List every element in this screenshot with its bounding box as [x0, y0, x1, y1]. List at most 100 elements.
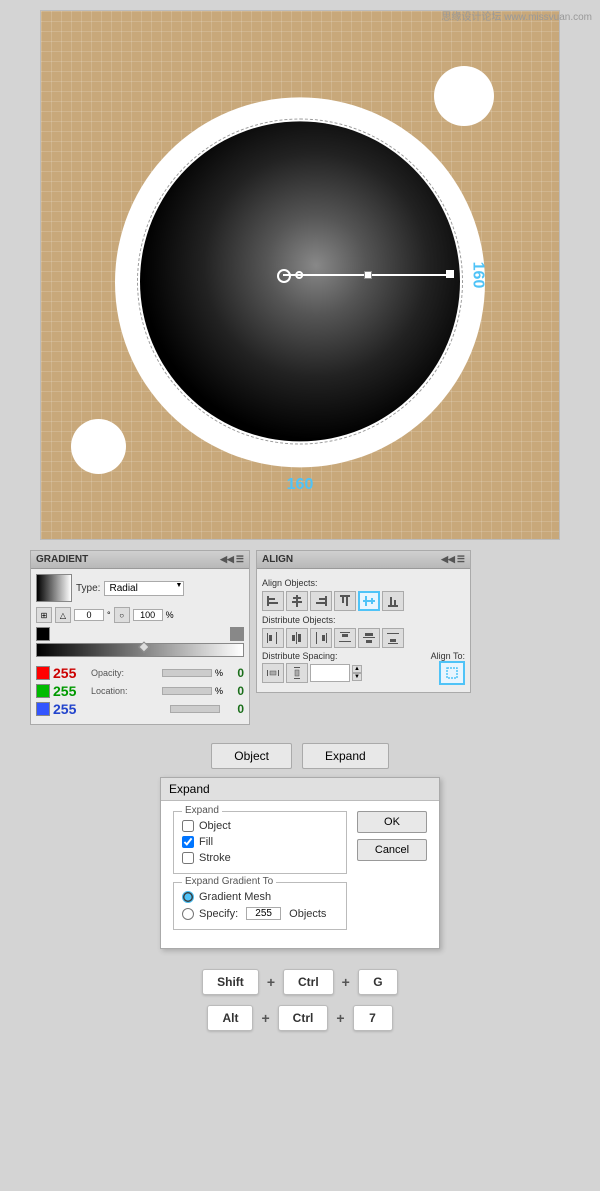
watermark: 思缘设计论坛 www.missvuan.com — [441, 8, 592, 23]
spacing-down[interactable]: ▼ — [352, 673, 362, 681]
gradient-end-handle[interactable] — [364, 271, 372, 279]
gradient-center-handle[interactable] — [295, 271, 303, 279]
type-select-wrap: Radial Linear — [104, 581, 184, 596]
gradient-panel-title: GRADIENT — [36, 554, 88, 565]
specify-radio[interactable] — [182, 908, 194, 920]
panel-header-icons: ◀◀ ☰ — [220, 554, 244, 565]
location-label: Location: — [91, 686, 159, 696]
dist-spacing-v-btn[interactable] — [286, 663, 308, 683]
label-width: 160 — [287, 476, 314, 494]
degree-symbol: ° — [107, 610, 111, 620]
plus-1: + — [267, 974, 275, 990]
expand-gradient-section: Expand Gradient To Gradient Mesh Specify… — [173, 882, 347, 930]
gradient-mesh-radio[interactable] — [182, 891, 194, 903]
object-checkbox[interactable] — [182, 820, 194, 832]
align-collapse-icon[interactable]: ◀◀ — [441, 554, 455, 565]
color-row-r: 255 Opacity: % 0 — [36, 665, 244, 681]
align-right-btn[interactable] — [310, 591, 332, 611]
dist-spacing-h-btn[interactable] — [262, 663, 284, 683]
align-panel-header: ALIGN ◀◀ ☰ — [257, 551, 470, 569]
selection-ring — [137, 119, 463, 445]
action-row: Object Expand — [0, 735, 600, 777]
gradient-icon-btn-2[interactable]: △ — [55, 607, 71, 623]
gradient-controls-row: ⊞ △ ° ○ % — [36, 607, 244, 623]
gradient-angle-input[interactable] — [74, 609, 104, 621]
gradient-type-select[interactable]: Radial Linear — [104, 581, 184, 596]
key-ctrl-1: Ctrl — [283, 969, 334, 995]
location-slider[interactable] — [162, 687, 212, 695]
align-center-v-btn[interactable] — [358, 591, 380, 611]
shortcut-row-2: Alt + Ctrl + 7 — [20, 1005, 580, 1031]
objects-label: Objects — [289, 908, 326, 920]
distribute-objects-row — [262, 628, 465, 648]
align-bottom-btn[interactable] — [382, 591, 404, 611]
specify-value-input[interactable] — [246, 907, 281, 920]
small-circle-top-right — [434, 66, 494, 126]
type-label: Type: — [76, 583, 100, 594]
gradient-icon-btn-1[interactable]: ⊞ — [36, 607, 52, 623]
canvas-grid: 160 160 — [40, 10, 560, 540]
label-height: 160 — [469, 262, 487, 289]
fill-checkbox[interactable] — [182, 836, 194, 848]
align-panel-body: Align Objects: — [257, 569, 470, 692]
expand-button[interactable]: Expand — [302, 743, 389, 769]
key-7: 7 — [353, 1005, 393, 1031]
color-swatch-r — [36, 666, 50, 680]
stroke-checkbox-row: Stroke — [182, 852, 338, 864]
distribute-spacing-row: Distribute Spacing: Align To: — [262, 651, 465, 661]
plus-4: + — [336, 1010, 344, 1026]
gradient-pct-input[interactable] — [133, 609, 163, 621]
opacity-value: 0 — [226, 666, 244, 680]
expand-section: Expand Object Fill Stroke — [173, 811, 347, 874]
align-objects-label: Align Objects: — [262, 578, 465, 588]
collapse-icon[interactable]: ◀◀ — [220, 554, 234, 565]
opacity-slider[interactable] — [162, 669, 212, 677]
gradient-bar-row — [36, 627, 244, 657]
shortcut-row-1: Shift + Ctrl + G — [20, 969, 580, 995]
pct-unit: % — [215, 668, 223, 678]
gradient-mesh-row: Gradient Mesh — [182, 891, 338, 903]
align-panel: ALIGN ◀◀ ☰ Align Objects: — [256, 550, 471, 693]
key-ctrl-2: Ctrl — [278, 1005, 329, 1031]
expand-gradient-legend: Expand Gradient To — [182, 876, 276, 887]
pct-unit-2: % — [215, 686, 223, 696]
dist-center-h-btn[interactable] — [286, 628, 308, 648]
gradient-preview — [36, 574, 72, 602]
dialog-body: Expand Object Fill Stroke Expand Gradien… — [161, 801, 439, 948]
small-circle-bottom-left — [71, 419, 126, 474]
dist-bottom-btn[interactable] — [382, 628, 404, 648]
menu-icon[interactable]: ☰ — [236, 554, 244, 565]
specify-row: Specify: Objects — [182, 907, 338, 920]
align-left-btn[interactable] — [262, 591, 284, 611]
plus-2: + — [342, 974, 350, 990]
expand-section-legend: Expand — [182, 805, 222, 816]
dialog-cancel-button[interactable]: Cancel — [357, 839, 427, 861]
align-center-h-btn[interactable] — [286, 591, 308, 611]
align-menu-icon[interactable]: ☰ — [457, 554, 465, 565]
dialog-ok-button[interactable]: OK — [357, 811, 427, 833]
fill-checkbox-label: Fill — [199, 836, 213, 848]
spacing-value-input[interactable] — [310, 664, 350, 682]
object-button[interactable]: Object — [211, 743, 292, 769]
color-value-g: 255 — [53, 683, 88, 699]
key-alt: Alt — [207, 1005, 253, 1031]
gradient-panel-body: Type: Radial Linear ⊞ △ ° ○ % — [31, 569, 249, 724]
align-top-btn[interactable] — [334, 591, 356, 611]
gradient-stop-right[interactable] — [230, 627, 244, 641]
dist-right-btn[interactable] — [310, 628, 332, 648]
color-swatch-g — [36, 684, 50, 698]
b-value: 0 — [226, 702, 244, 716]
align-to-label: Align To: — [431, 651, 465, 661]
align-to-selection-btn[interactable] — [439, 661, 465, 685]
dist-center-v-btn[interactable] — [358, 628, 380, 648]
stroke-checkbox[interactable] — [182, 852, 194, 864]
color-value-b: 255 — [53, 701, 88, 717]
b-slider[interactable] — [170, 705, 220, 713]
dist-left-btn[interactable] — [262, 628, 284, 648]
align-panel-title: ALIGN — [262, 554, 293, 565]
object-checkbox-label: Object — [199, 820, 231, 832]
dist-top-btn[interactable] — [334, 628, 356, 648]
gradient-icon-btn-3[interactable]: ○ — [114, 607, 130, 623]
gradient-stop-left[interactable] — [36, 627, 50, 641]
spacing-up[interactable]: ▲ — [352, 665, 362, 673]
